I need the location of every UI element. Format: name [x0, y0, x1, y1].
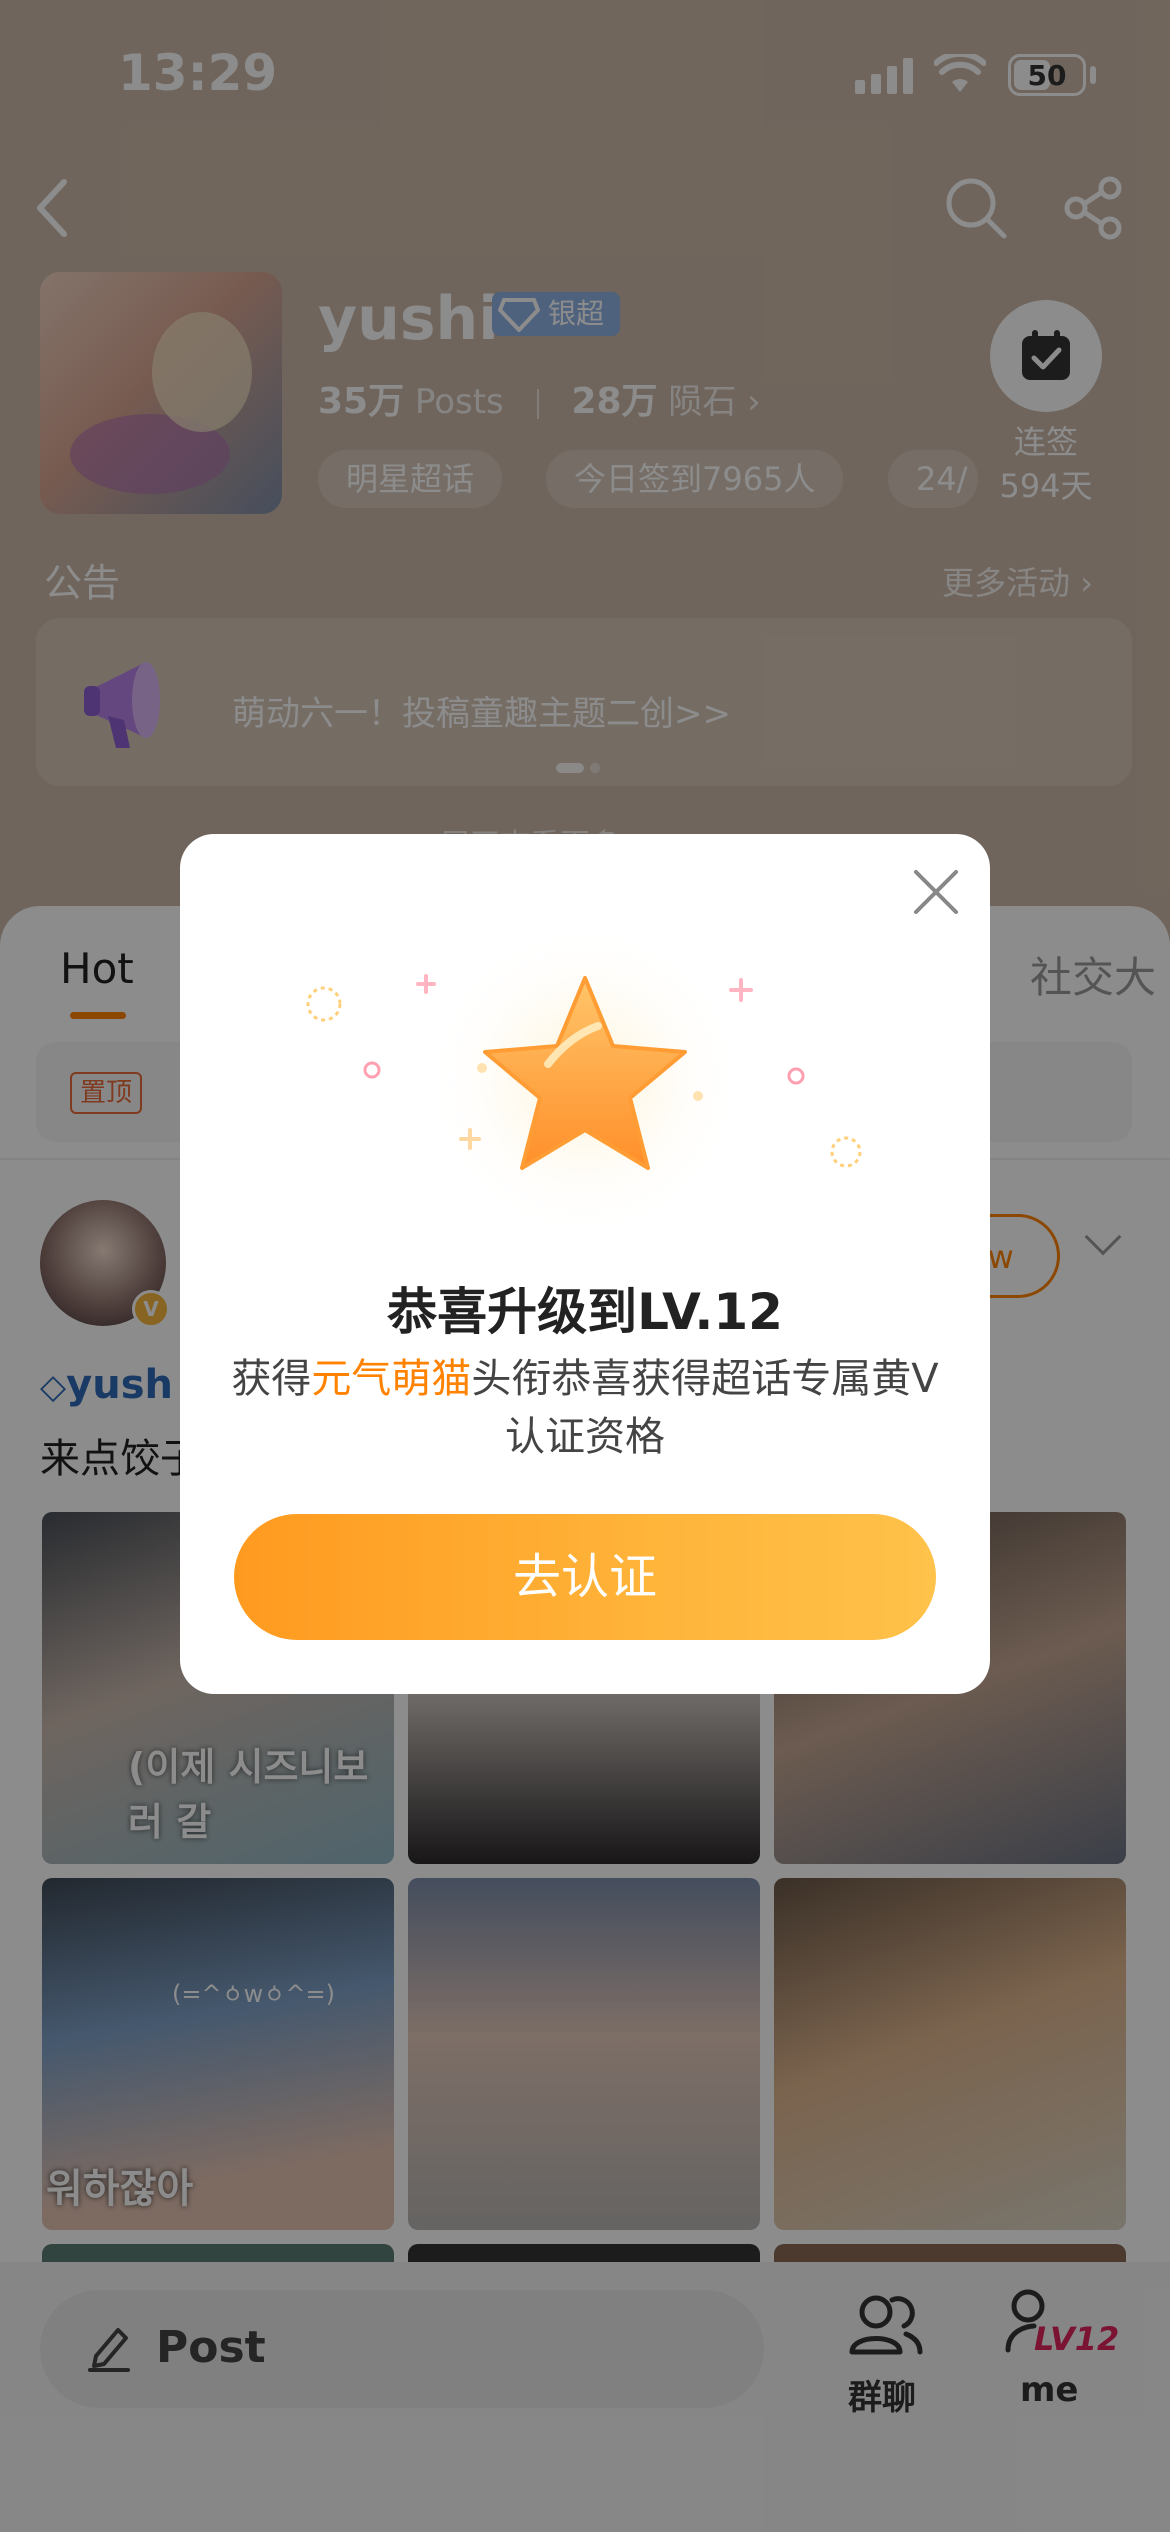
dialog-description: 获得元气萌猫头衔恭喜获得超话专属黄V认证资格 [231, 1356, 939, 1460]
verify-button[interactable]: 去认证 [234, 1514, 936, 1640]
star-burst-icon [306, 921, 862, 1241]
dialog-title: 恭喜升级到LV.12 [387, 1283, 783, 1341]
title-highlight: 元气萌猫 [311, 1356, 472, 1402]
close-icon[interactable] [908, 864, 964, 920]
